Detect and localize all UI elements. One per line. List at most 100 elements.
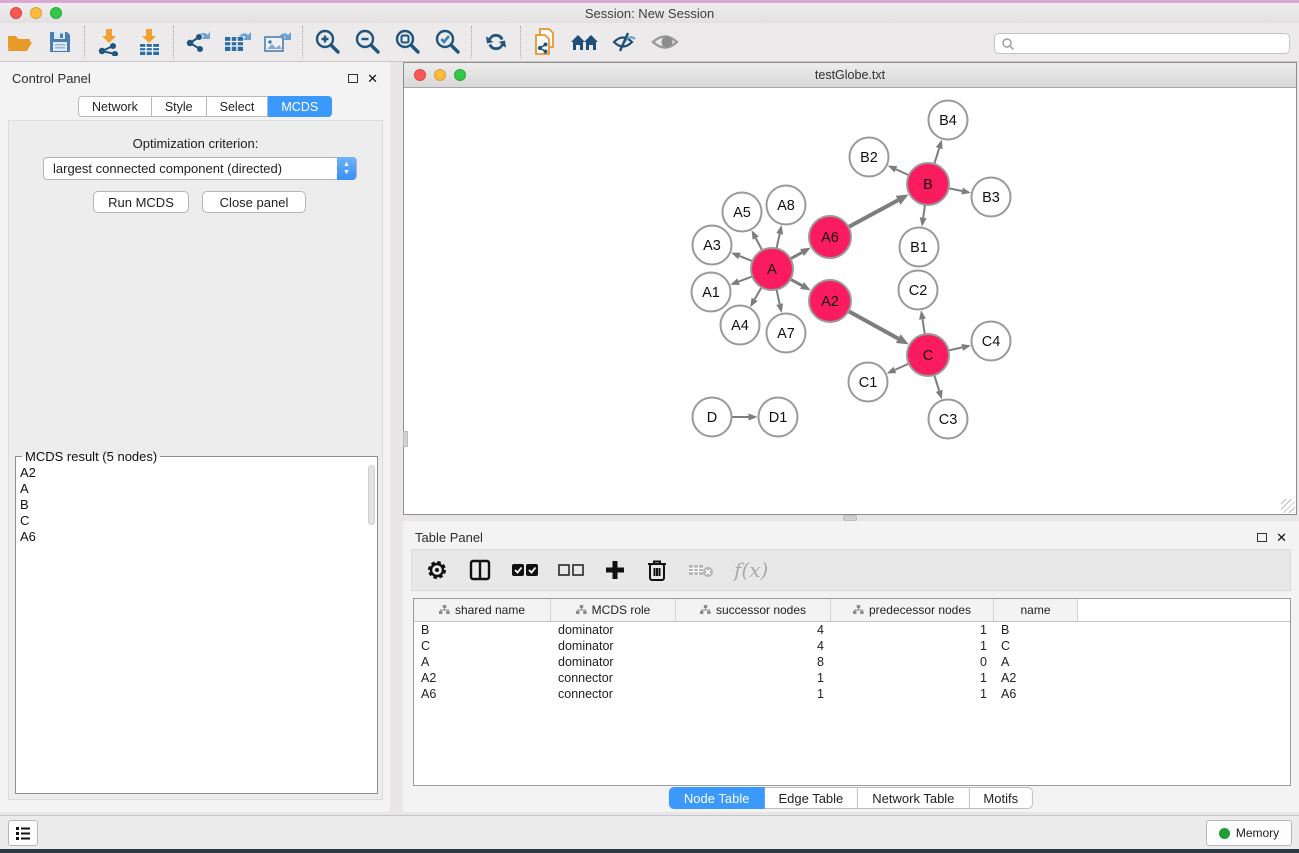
function-builder-button[interactable]: f(x) <box>734 558 768 582</box>
table-cell[interactable]: 1 <box>676 671 831 685</box>
edge-C-C2[interactable] <box>922 319 924 334</box>
export-image-button[interactable] <box>258 25 298 59</box>
search-input[interactable] <box>1016 37 1289 51</box>
table-cell[interactable]: dominator <box>551 623 676 637</box>
table-cell[interactable]: C <box>994 639 1078 653</box>
edge-A-A6[interactable] <box>790 252 802 258</box>
table-row[interactable]: A6connector11A6 <box>414 686 1290 702</box>
float-table-panel-icon[interactable] <box>1257 533 1267 542</box>
table-cell[interactable]: B <box>414 623 551 637</box>
node-A[interactable]: A <box>751 248 793 290</box>
tab-style[interactable]: Style <box>152 96 207 117</box>
edge-A6-B[interactable] <box>848 200 898 227</box>
column-header[interactable]: successor nodes <box>676 599 831 621</box>
column-header[interactable]: name <box>994 599 1078 621</box>
node-C1[interactable]: C1 <box>849 363 888 402</box>
node-C2[interactable]: C2 <box>899 271 938 310</box>
column-header[interactable]: MCDS role <box>551 599 676 621</box>
edge-A-A4[interactable] <box>755 287 762 299</box>
result-item[interactable]: C <box>20 513 365 529</box>
table-cell[interactable]: 1 <box>831 623 994 637</box>
node-B4[interactable]: B4 <box>929 101 968 140</box>
edge-A-A1[interactable] <box>739 276 753 281</box>
select-all-button[interactable] <box>512 563 538 577</box>
table-cell[interactable]: connector <box>551 671 676 685</box>
table-cell[interactable]: A6 <box>994 687 1078 701</box>
table-row[interactable]: Bdominator41B <box>414 622 1290 638</box>
delete-table-button[interactable] <box>688 562 714 578</box>
node-A1[interactable]: A1 <box>692 273 731 312</box>
show-hide-details-button[interactable] <box>605 25 645 59</box>
close-panel-button[interactable]: Close panel <box>202 191 306 213</box>
edge-C-C1[interactable] <box>895 364 909 370</box>
table-cell[interactable]: dominator <box>551 655 676 669</box>
tab-node-table[interactable]: Node Table <box>669 787 765 809</box>
edge-B-B1[interactable] <box>923 205 925 218</box>
table-cell[interactable]: A2 <box>414 671 551 685</box>
delete-row-button[interactable] <box>646 558 668 582</box>
edge-A-A2[interactable] <box>790 279 802 285</box>
zoom-fit-button[interactable] <box>387 25 427 59</box>
memory-button[interactable]: Memory <box>1206 820 1292 846</box>
import-table-button[interactable] <box>129 25 169 59</box>
network-canvas[interactable]: B4B2BB3A8A5A6A3B1AC2A1A2A4A7C4CC1DD1C3 <box>404 88 1296 514</box>
task-history-button[interactable] <box>8 820 38 846</box>
table-cell[interactable]: A2 <box>994 671 1078 685</box>
close-table-panel-icon[interactable]: ✕ <box>1276 531 1287 544</box>
table-cell[interactable]: 0 <box>831 655 994 669</box>
add-row-button[interactable] <box>604 559 626 581</box>
node-B1[interactable]: B1 <box>900 228 939 267</box>
node-C3[interactable]: C3 <box>929 400 968 439</box>
node-A2[interactable]: A2 <box>809 280 851 322</box>
save-session-button[interactable] <box>40 25 80 59</box>
search-field[interactable] <box>994 33 1290 54</box>
copy-network-button[interactable] <box>525 25 565 59</box>
export-table-button[interactable] <box>218 25 258 59</box>
table-cell[interactable]: 1 <box>676 687 831 701</box>
edge-B-B2[interactable] <box>896 169 909 175</box>
node-A5[interactable]: A5 <box>723 193 762 232</box>
table-cell[interactable]: 1 <box>831 639 994 653</box>
float-panel-icon[interactable] <box>348 74 358 83</box>
table-cell[interactable]: 1 <box>831 687 994 701</box>
table-settings-button[interactable] <box>426 559 448 581</box>
refresh-button[interactable] <box>476 25 516 59</box>
edge-A-A5[interactable] <box>756 238 762 250</box>
node-A4[interactable]: A4 <box>721 306 760 345</box>
node-C4[interactable]: C4 <box>972 322 1011 361</box>
import-network-button[interactable] <box>89 25 129 59</box>
export-network-button[interactable] <box>178 25 218 59</box>
birds-eye-button[interactable] <box>645 25 685 59</box>
node-A6[interactable]: A6 <box>809 216 851 258</box>
minimize-network-button[interactable] <box>434 69 446 81</box>
tab-select[interactable]: Select <box>207 96 269 117</box>
zoom-in-button[interactable] <box>307 25 347 59</box>
tab-network[interactable]: Network <box>78 96 152 117</box>
node-D[interactable]: D <box>693 398 732 437</box>
tab-network-table[interactable]: Network Table <box>858 787 969 809</box>
criterion-dropdown[interactable]: largest connected component (directed) ▲… <box>43 157 357 180</box>
table-cell[interactable]: C <box>414 639 551 653</box>
table-cell[interactable]: A6 <box>414 687 551 701</box>
maximize-window-button[interactable] <box>50 7 62 19</box>
run-mcds-button[interactable]: Run MCDS <box>93 191 189 213</box>
open-file-button[interactable] <box>0 25 40 59</box>
table-row[interactable]: A2connector11A2 <box>414 670 1290 686</box>
mcds-result-list[interactable]: A2ABCA6 <box>20 465 365 789</box>
edge-B-B3[interactable] <box>949 188 963 191</box>
table-cell[interactable]: B <box>994 623 1078 637</box>
node-D1[interactable]: D1 <box>759 398 798 437</box>
table-cell[interactable]: A <box>414 655 551 669</box>
node-A7[interactable]: A7 <box>767 314 806 353</box>
edge-A2-C[interactable] <box>848 311 898 338</box>
table-cell[interactable]: 4 <box>676 623 831 637</box>
network-vscrollbar[interactable] <box>403 431 408 447</box>
result-scrollbar[interactable] <box>368 465 375 525</box>
maximize-network-button[interactable] <box>454 69 466 81</box>
column-header[interactable]: predecessor nodes <box>831 599 994 621</box>
edge-C-C4[interactable] <box>948 347 962 350</box>
tab-edge-table[interactable]: Edge Table <box>764 787 858 809</box>
zoom-selected-button[interactable] <box>427 25 467 59</box>
edge-B-B4[interactable] <box>934 148 939 164</box>
edge-A-A3[interactable] <box>739 256 752 261</box>
